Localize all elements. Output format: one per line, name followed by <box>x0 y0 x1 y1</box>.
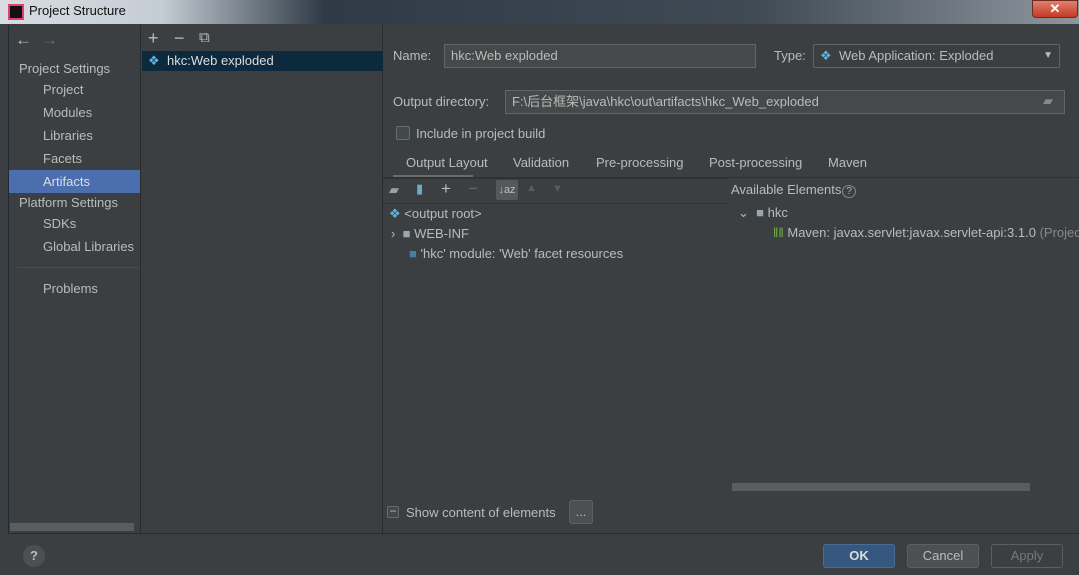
tree-item-output-root[interactable]: ❖ <output root> <box>389 206 482 222</box>
horizontal-scrollbar[interactable] <box>732 483 1030 491</box>
tree-item-label: 'hkc' module: 'Web' facet resources <box>420 246 624 261</box>
web-facet-icon: ■ <box>409 246 417 261</box>
output-directory-input[interactable]: F:\后台框架\java\hkc\out\artifacts\hkc_Web_e… <box>505 90 1065 114</box>
intellij-logo-icon <box>8 4 24 20</box>
title-bar: Project Structure ✕ <box>0 0 1079 24</box>
window-title: Project Structure <box>29 3 126 18</box>
tab-maven[interactable]: Maven <box>828 155 867 170</box>
help-icon[interactable]: ? <box>842 185 856 198</box>
sort-alphabetically-button[interactable]: ↓az <box>496 180 518 200</box>
library-icon: ‖‖ <box>773 225 784 240</box>
sidebar-item-artifacts[interactable]: Artifacts <box>9 170 141 193</box>
web-artifact-icon: ❖ <box>148 53 160 68</box>
include-in-build-label: Include in project build <box>416 126 546 141</box>
show-content-label: Show content of elements <box>406 505 556 520</box>
library-label: Maven: javax.servlet:javax.servlet-api:3… <box>787 225 1036 240</box>
type-label: Type: <box>774 48 806 63</box>
dialog-footer: ? OK Cancel Apply <box>8 533 1079 575</box>
chevron-down-icon: ▼ <box>1043 50 1053 61</box>
name-label: Name: <box>393 48 432 63</box>
folder-browse-icon[interactable]: ▰ <box>1043 93 1053 109</box>
module-folder-icon: ■ <box>756 205 764 220</box>
sidebar-item-problems[interactable]: Problems <box>9 277 141 300</box>
output-layout-tree: ❖ <output root> › ■ WEB-INF ■ 'hkc' modu… <box>383 203 728 533</box>
divider <box>17 267 139 268</box>
tab-validation[interactable]: Validation <box>513 155 569 170</box>
tab-post-processing[interactable]: Post-processing <box>709 155 802 170</box>
artifact-list-pane: + − ⧉ ❖ hkc:Web exploded <box>140 25 383 533</box>
sidebar-item-project[interactable]: Project <box>9 78 141 101</box>
close-button[interactable]: ✕ <box>1032 0 1078 18</box>
output-directory-label: Output directory: <box>393 94 490 109</box>
type-dropdown[interactable]: ❖ Web Application: Exploded ▼ <box>813 44 1060 68</box>
chevron-right-icon: › <box>391 226 396 241</box>
artifact-label: hkc:Web exploded <box>167 53 274 68</box>
tree-item-label: <output root> <box>404 206 482 221</box>
remove-artifact-button[interactable]: − <box>174 28 185 49</box>
artifact-list-item[interactable]: ❖ hkc:Web exploded <box>142 51 383 71</box>
layout-toolbar: ▰ ▮ + − ↓az ▲ ▼ <box>383 178 728 202</box>
type-value: Web Application: Exploded <box>839 48 994 63</box>
sidebar-item-global-libraries[interactable]: Global Libraries <box>9 235 141 258</box>
tree-item-label: WEB-INF <box>414 226 469 241</box>
available-elements-title: Available Elements? <box>731 182 856 198</box>
sidebar-item-libraries[interactable]: Libraries <box>9 124 141 147</box>
new-directory-icon[interactable]: ▰ <box>389 182 399 198</box>
add-artifact-button[interactable]: + <box>148 28 159 49</box>
name-input[interactable]: hkc:Web exploded <box>444 44 756 68</box>
available-module-hkc[interactable]: ⌄ ■ hkc <box>738 205 788 221</box>
forward-button[interactable]: → <box>41 30 58 50</box>
sidebar-item-modules[interactable]: Modules <box>9 101 141 124</box>
show-content-options-button[interactable]: ... <box>569 500 593 524</box>
move-down-button[interactable]: ▼ <box>552 183 563 195</box>
archive-icon[interactable]: ▮ <box>416 181 423 197</box>
include-in-build-checkbox[interactable] <box>396 126 410 140</box>
library-scope: (Project <box>1039 225 1079 240</box>
add-element-button[interactable]: + <box>441 179 451 199</box>
sidebar-item-facets[interactable]: Facets <box>9 147 141 170</box>
sidebar-item-sdks[interactable]: SDKs <box>9 212 141 235</box>
section-platform-settings: Platform Settings <box>19 195 118 210</box>
sidebar: ← → Project Settings Project Modules Lib… <box>8 25 141 533</box>
move-up-button[interactable]: ▲ <box>526 182 537 194</box>
web-artifact-icon: ❖ <box>389 206 401 221</box>
module-label: hkc <box>767 205 788 220</box>
chevron-down-icon: ⌄ <box>738 205 749 220</box>
copy-artifact-button[interactable]: ⧉ <box>199 29 210 46</box>
apply-button[interactable]: Apply <box>991 544 1063 568</box>
remove-element-button[interactable]: − <box>468 179 478 199</box>
web-artifact-icon: ❖ <box>820 48 832 63</box>
cancel-button[interactable]: Cancel <box>907 544 979 568</box>
folder-icon: ■ <box>402 226 411 241</box>
tab-output-layout[interactable]: Output Layout <box>406 155 488 170</box>
available-library[interactable]: ‖‖ Maven: javax.servlet:javax.servlet-ap… <box>773 225 1079 240</box>
back-button[interactable]: ← <box>15 30 32 50</box>
artifact-settings: Name: hkc:Web exploded Type: ❖ Web Appli… <box>383 25 1079 533</box>
section-project-settings: Project Settings <box>19 61 111 76</box>
tree-item-web-inf[interactable]: › ■ WEB-INF <box>391 226 469 241</box>
tree-item-facet-resources[interactable]: ■ 'hkc' module: 'Web' facet resources <box>409 246 623 261</box>
help-button[interactable]: ? <box>23 545 45 567</box>
horizontal-scrollbar[interactable] <box>10 523 134 531</box>
show-content-checkbox[interactable]: − <box>387 505 399 518</box>
ok-button[interactable]: OK <box>823 544 895 568</box>
tab-pre-processing[interactable]: Pre-processing <box>596 155 683 170</box>
